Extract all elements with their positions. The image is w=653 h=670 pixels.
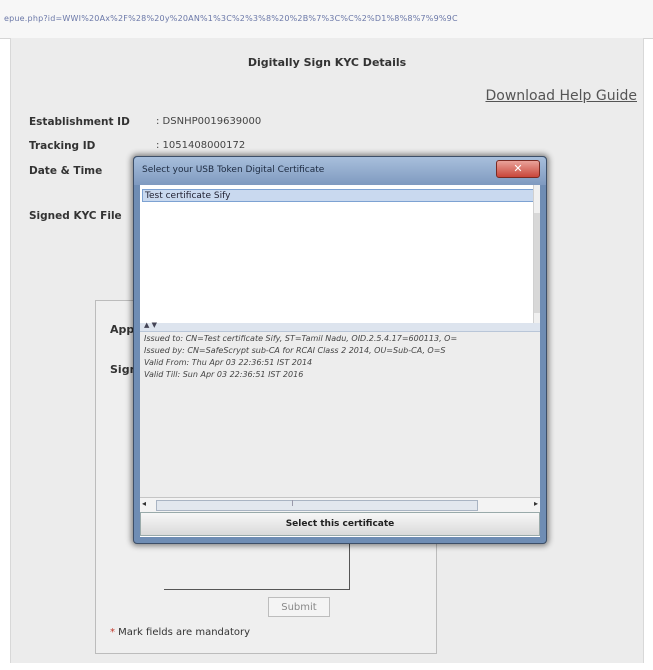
valid-from-line: Valid From: Thu Apr 03 22:36:51 IST 2014 <box>144 358 313 367</box>
dialog-title: Select your USB Token Digital Certificat… <box>142 165 325 175</box>
establishment-id-label: Establishment ID <box>29 116 130 128</box>
field-border-vertical <box>349 541 350 589</box>
page-title: Digitally Sign KYC Details <box>247 56 407 69</box>
details-horizontal-scrollbar[interactable]: ◂ ▸ <box>140 497 540 513</box>
issued-by-line: Issued by: CN=SafeScrypt sub-CA for RCAI… <box>144 346 446 355</box>
date-time-label: Date & Time <box>29 165 103 177</box>
field-border-horizontal <box>164 589 350 590</box>
dialog-body: Test certificate Sify ▲ ▼ Issued to: CN=… <box>140 185 540 537</box>
splitter-arrows-icon[interactable]: ▲ ▼ <box>144 321 157 329</box>
scroll-left-icon[interactable]: ◂ <box>142 499 146 508</box>
url-text[interactable]: epue.php?id=WWI%20Ax%2F%28%20y%20AN%1%3C… <box>4 14 644 23</box>
signed-kyc-file-label: Signed KYC File <box>29 210 122 222</box>
scroll-right-icon[interactable]: ▸ <box>534 499 538 508</box>
establishment-id-value: : DSNHP0019639000 <box>156 116 262 127</box>
mandatory-note: * Mark fields are mandatory <box>110 627 250 638</box>
scrollbar-thumb[interactable] <box>534 213 540 313</box>
certificate-details: Issued to: CN=Test certificate Sify, ST=… <box>140 332 540 497</box>
select-certificate-button[interactable]: Select this certificate <box>140 512 540 536</box>
mandatory-note-text: Mark fields are mandatory <box>115 627 251 638</box>
certificate-dialog: Select your USB Token Digital Certificat… <box>133 156 547 544</box>
download-help-guide-link[interactable]: Download Help Guide <box>485 88 637 104</box>
tracking-id-value: : 1051408000172 <box>156 140 246 151</box>
browser-address-bar[interactable]: epue.php?id=WWI%20Ax%2F%28%20y%20AN%1%3C… <box>0 0 653 39</box>
certificate-list-item[interactable]: Test certificate Sify <box>142 189 535 202</box>
valid-till-line: Valid Till: Sun Apr 03 22:36:51 IST 2016 <box>144 370 304 379</box>
close-icon[interactable]: ✕ <box>496 160 540 178</box>
pane-splitter[interactable]: ▲ ▼ <box>140 321 540 332</box>
certificate-list[interactable]: Test certificate Sify <box>140 185 540 324</box>
certificate-list-scrollbar[interactable] <box>533 185 540 323</box>
tracking-id-label: Tracking ID <box>29 140 96 152</box>
horizontal-scroll-thumb[interactable] <box>156 500 478 511</box>
dialog-titlebar[interactable]: Select your USB Token Digital Certificat… <box>134 157 546 185</box>
issued-to-line: Issued to: CN=Test certificate Sify, ST=… <box>144 334 458 343</box>
scroll-grip <box>292 500 293 506</box>
submit-button[interactable]: Submit <box>268 597 330 617</box>
